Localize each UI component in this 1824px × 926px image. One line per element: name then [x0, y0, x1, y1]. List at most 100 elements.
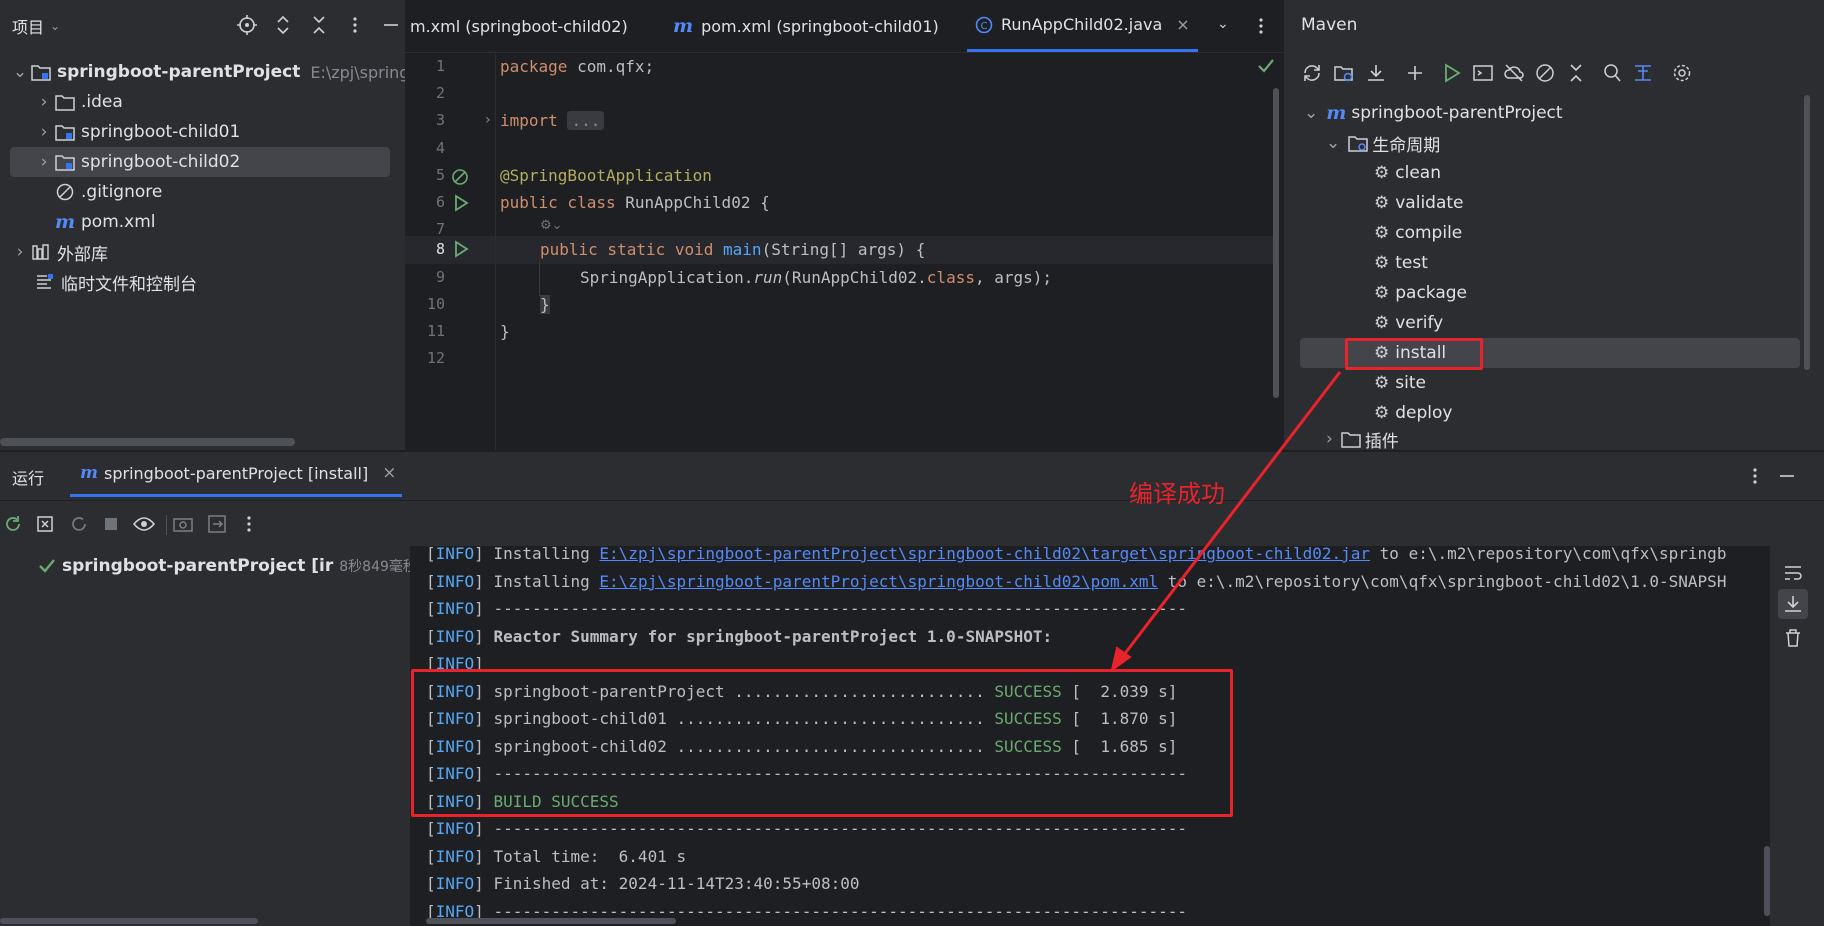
skip-tests-icon[interactable] [1532, 60, 1558, 86]
log-level-tag: [INFO] [426, 599, 494, 618]
chevron-right-icon[interactable]: › [485, 112, 491, 128]
maven-goal-test[interactable]: ⚙ test [1374, 248, 1428, 278]
tab-pom-child01[interactable]: m pom.xml (springboot-child01) [673, 0, 939, 52]
close-icon[interactable]: × [382, 463, 396, 483]
chevron-down-icon[interactable]: ⌄ [50, 19, 60, 33]
maven-goal-compile[interactable]: ⚙ compile [1374, 218, 1462, 248]
show-dependencies-icon[interactable] [1630, 60, 1656, 86]
tree-item-label: springboot-parentProject [57, 62, 301, 82]
console-line: [INFO] Installing E:\zpj\springboot-pare… [426, 546, 1726, 563]
folded-imports[interactable]: ... [567, 111, 605, 130]
maven-goal-clean[interactable]: ⚙ clean [1374, 158, 1441, 188]
analyze-dependencies-icon[interactable] [1599, 60, 1625, 86]
close-icon[interactable]: × [1176, 15, 1189, 34]
tree-item-external-libraries[interactable]: › 外部库 [10, 237, 108, 267]
tree-item-gitignore[interactable]: .gitignore [54, 177, 162, 207]
run-duration: 8秒849毫秒 [339, 559, 417, 575]
tree-item-root[interactable]: ⌄ springboot-parentProject E:\zpj\spring… [10, 57, 430, 87]
run-panel: 运行 m springboot-parentProject [install] … [0, 452, 1824, 926]
rerun-failed-icon[interactable] [34, 513, 56, 535]
tree-item-pom[interactable]: m pom.xml [54, 207, 156, 237]
execute-goal-icon[interactable] [1470, 60, 1496, 86]
maven-lifecycle-node[interactable]: ⌄ 生命周期 [1326, 128, 1440, 158]
chevron-down-icon[interactable]: ⌄ [10, 62, 30, 82]
tree-item-label: springboot-child01 [81, 122, 241, 142]
line-number: 7 [435, 220, 445, 238]
tree-item-label: pom.xml [81, 212, 156, 232]
console-scrollbar[interactable] [1764, 846, 1770, 916]
run-gutter-icon[interactable] [452, 194, 470, 212]
settings-icon[interactable] [1669, 60, 1695, 86]
run-gutter-icon[interactable] [452, 240, 470, 258]
gear-icon: ⚙ [1374, 253, 1390, 273]
trash-icon[interactable] [1782, 627, 1804, 649]
tree-item-scratches[interactable]: 临时文件和控制台 [34, 267, 197, 297]
chevron-right-icon[interactable]: › [34, 122, 54, 142]
scroll-to-end-icon[interactable] [1778, 589, 1808, 619]
run-icon[interactable] [1439, 60, 1465, 86]
maven-goal-package[interactable]: ⚙ package [1374, 278, 1467, 308]
maven-scrollbar[interactable] [1804, 95, 1810, 370]
goal-label: compile [1395, 223, 1463, 243]
chevron-down-icon[interactable]: ⌄ [1326, 133, 1340, 153]
reload-project-icon[interactable] [1331, 60, 1357, 86]
chevron-down-icon[interactable]: ⌄ [1217, 16, 1229, 32]
maven-goal-verify[interactable]: ⚙ verify [1374, 308, 1443, 338]
code-token: public class [500, 193, 616, 212]
tree-item-child02[interactable]: › springboot-child02 [10, 147, 390, 177]
inlay-hint-icon[interactable]: ⚙⌄ [540, 218, 563, 233]
inspection-ok-icon[interactable] [1257, 58, 1275, 74]
gear-icon: ⚙ [1374, 373, 1390, 393]
maven-goal-validate[interactable]: ⚙ validate [1374, 188, 1464, 218]
tree-item-idea[interactable]: › .idea [34, 87, 123, 117]
collapse-all-icon[interactable] [308, 14, 330, 36]
chevron-right-icon[interactable]: › [10, 242, 30, 262]
soft-wrap-icon[interactable] [1782, 562, 1804, 584]
camera-icon [172, 513, 194, 535]
editor-scrollbar[interactable] [1273, 88, 1279, 398]
console-hscrollbar[interactable] [426, 918, 676, 924]
eye-icon[interactable] [132, 513, 156, 535]
tab-runappchild02[interactable]: C RunAppChild02.java × [967, 0, 1198, 52]
collapse-all-icon[interactable] [1563, 60, 1589, 86]
download-icon[interactable] [1363, 60, 1389, 86]
more-options-icon[interactable] [1250, 15, 1272, 37]
run-toolbar [0, 500, 1824, 547]
maven-plugins-node[interactable]: › 插件 [1326, 428, 1399, 450]
more-options-icon[interactable] [238, 513, 260, 535]
goal-label: verify [1395, 313, 1444, 333]
tab-pom-child02[interactable]: m.xml (springboot-child02) [410, 0, 628, 52]
log-level-tag: [INFO] [426, 874, 494, 893]
minimize-icon[interactable] [380, 14, 402, 36]
project-panel-title[interactable]: 项目 [12, 14, 44, 38]
console-file-link[interactable]: E:\zpj\springboot-parentProject\springbo… [599, 546, 1370, 563]
horizontal-scrollbar[interactable] [0, 918, 258, 924]
add-icon[interactable] [1402, 60, 1428, 86]
chevron-right-icon[interactable]: › [1326, 429, 1333, 449]
chevron-down-icon[interactable]: ⌄ [1304, 103, 1318, 123]
tab-run-configuration[interactable]: m springboot-parentProject [install] × [70, 452, 402, 497]
tree-item-child01[interactable]: › springboot-child01 [34, 117, 241, 147]
code-line-7: public class RunAppChild02 { [500, 193, 770, 212]
maven-root-project[interactable]: ⌄ m springboot-parentProject [1304, 98, 1563, 128]
more-options-icon[interactable] [344, 14, 366, 36]
horizontal-scrollbar[interactable] [0, 438, 295, 446]
code-token: } [540, 295, 550, 314]
reload-icon[interactable] [1299, 60, 1325, 86]
rerun-icon[interactable] [2, 513, 24, 535]
maven-goal-deploy[interactable]: ⚙ deploy [1374, 398, 1452, 428]
expand-all-icon[interactable] [272, 14, 294, 36]
exit-icon [206, 513, 228, 535]
locate-icon[interactable] [236, 14, 258, 36]
spring-bean-icon[interactable] [450, 167, 470, 187]
run-tree-item[interactable]: springboot-parentProject [ir 8秒849毫秒 [38, 556, 417, 576]
minimize-icon[interactable] [1776, 465, 1798, 487]
chevron-right-icon[interactable]: › [34, 152, 54, 172]
more-options-icon[interactable] [1744, 465, 1766, 487]
offline-mode-icon[interactable] [1501, 60, 1527, 86]
run-tool-title[interactable]: 运行 [12, 465, 44, 489]
maven-goal-site[interactable]: ⚙ site [1374, 368, 1426, 398]
chevron-right-icon[interactable]: › [34, 92, 54, 112]
console-output[interactable]: [INFO] Installing E:\zpj\springboot-pare… [410, 546, 1770, 926]
console-file-link[interactable]: E:\zpj\springboot-parentProject\springbo… [599, 572, 1158, 591]
